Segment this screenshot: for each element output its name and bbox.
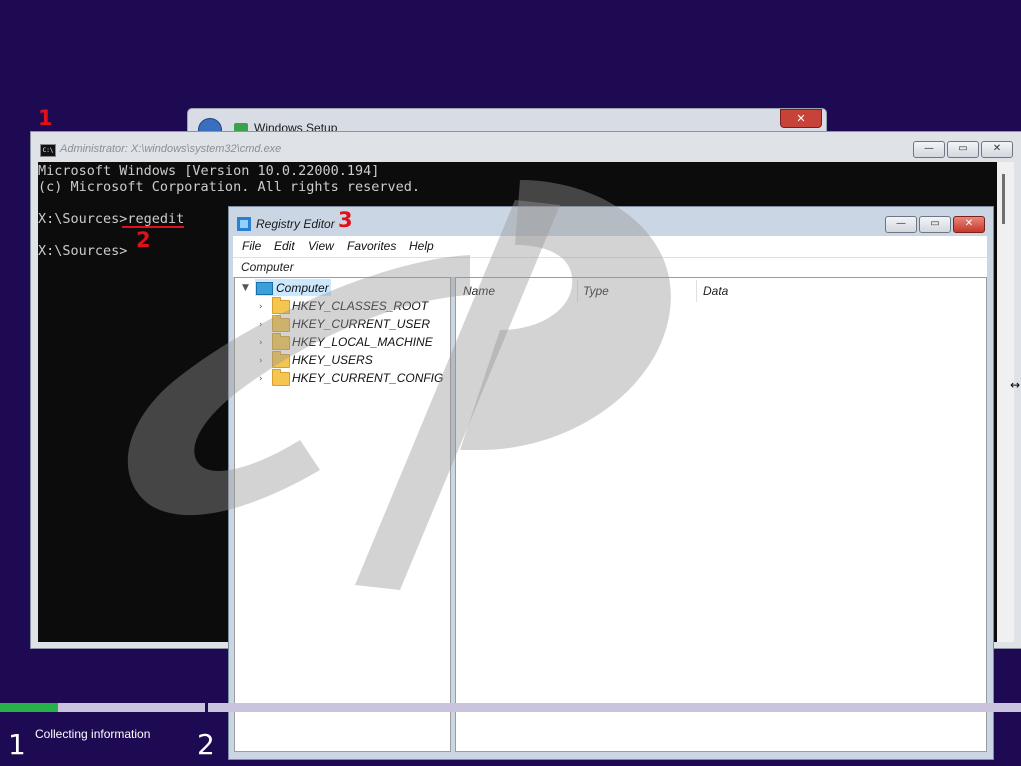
console-line-command: X:\Sources>regedit bbox=[38, 211, 185, 227]
chevron-right-icon[interactable]: › bbox=[259, 320, 263, 330]
cmd-scrollbar-thumb[interactable] bbox=[1002, 174, 1005, 224]
menu-view[interactable]: View bbox=[308, 239, 334, 253]
setup-close-button[interactable]: ✕ bbox=[780, 109, 822, 128]
setup-step-label-1: Collecting information bbox=[35, 727, 151, 741]
folder-icon bbox=[272, 333, 290, 350]
column-divider[interactable] bbox=[577, 280, 578, 302]
registry-editor-icon bbox=[237, 217, 251, 231]
tree-item-hkey-classes-root[interactable]: HKEY_CLASSES_ROOT bbox=[292, 299, 428, 313]
annotation-step-1: 1 bbox=[38, 106, 53, 130]
console-line: (c) Microsoft Corporation. All rights re… bbox=[38, 179, 421, 195]
setup-step-number-2: 2 bbox=[197, 728, 215, 761]
chevron-right-icon[interactable]: › bbox=[259, 338, 263, 348]
tree-item-hkey-local-machine[interactable]: HKEY_LOCAL_MACHINE bbox=[292, 335, 433, 349]
tree-item-hkey-current-user[interactable]: HKEY_CURRENT_USER bbox=[292, 317, 430, 331]
chevron-right-icon[interactable]: › bbox=[259, 374, 263, 384]
tree-item-hkey-users[interactable]: HKEY_USERS bbox=[292, 353, 373, 367]
console-line-prompt: X:\Sources> bbox=[38, 243, 128, 259]
registry-tree-pane[interactable]: ▼ Computer › HKEY_CLASSES_ROOT › HKEY_CU… bbox=[234, 277, 451, 752]
chevron-right-icon[interactable]: › bbox=[259, 356, 263, 366]
cmd-scrollbar[interactable] bbox=[997, 162, 1014, 642]
menu-favorites[interactable]: Favorites bbox=[347, 239, 396, 253]
column-header-name[interactable]: Name bbox=[463, 284, 495, 298]
regedit-underline bbox=[122, 226, 184, 228]
menu-edit[interactable]: Edit bbox=[274, 239, 295, 253]
chevron-down-icon[interactable]: ▼ bbox=[242, 283, 249, 293]
folder-icon bbox=[272, 369, 290, 386]
regedit-window-title: Registry Editor bbox=[256, 217, 335, 231]
annotation-step-3: 3 bbox=[338, 208, 353, 232]
folder-icon bbox=[272, 297, 290, 314]
tree-item-computer[interactable]: Computer bbox=[276, 281, 329, 295]
cmd-close-button[interactable]: ✕ bbox=[981, 141, 1013, 158]
registry-values-pane[interactable]: Name Type Data bbox=[455, 277, 987, 752]
setup-progress-track bbox=[0, 703, 1021, 712]
cmd-titlebar[interactable]: C:\ Administrator: X:\windows\system32\c… bbox=[31, 132, 1021, 162]
column-header-type[interactable]: Type bbox=[583, 284, 609, 298]
folder-icon bbox=[272, 315, 290, 332]
command-prompt-icon: C:\ bbox=[40, 144, 56, 157]
tree-item-hkey-current-config[interactable]: HKEY_CURRENT_CONFIG bbox=[292, 371, 443, 385]
chevron-right-icon[interactable]: › bbox=[259, 302, 263, 312]
cmd-window-title: Administrator: X:\windows\system32\cmd.e… bbox=[60, 143, 282, 155]
menu-file[interactable]: File bbox=[242, 239, 261, 253]
folder-icon bbox=[272, 351, 290, 368]
regedit-close-button[interactable]: ✕ bbox=[953, 216, 985, 233]
cmd-maximize-button[interactable]: ▭ bbox=[947, 141, 979, 158]
regedit-menubar: File Edit View Favorites Help bbox=[233, 236, 987, 257]
progress-step-divider bbox=[205, 703, 208, 712]
column-divider[interactable] bbox=[696, 280, 697, 302]
resize-cursor-icon: ↔ bbox=[1010, 378, 1021, 392]
regedit-minimize-button[interactable]: — bbox=[885, 216, 917, 233]
console-line: Microsoft Windows [Version 10.0.22000.19… bbox=[38, 163, 380, 179]
setup-step-number-1: 1 bbox=[8, 728, 26, 761]
regedit-address-bar[interactable]: Computer bbox=[233, 257, 987, 278]
cmd-minimize-button[interactable]: — bbox=[913, 141, 945, 158]
menu-help[interactable]: Help bbox=[409, 239, 434, 253]
computer-icon bbox=[256, 282, 273, 295]
address-path: Computer bbox=[241, 260, 294, 274]
regedit-maximize-button[interactable]: ▭ bbox=[919, 216, 951, 233]
setup-progress-fill bbox=[0, 703, 58, 712]
registry-editor-window: Registry Editor — ▭ ✕ File Edit View Fav… bbox=[228, 206, 994, 760]
column-header-data[interactable]: Data bbox=[703, 284, 728, 298]
annotation-step-2: 2 bbox=[136, 228, 151, 252]
